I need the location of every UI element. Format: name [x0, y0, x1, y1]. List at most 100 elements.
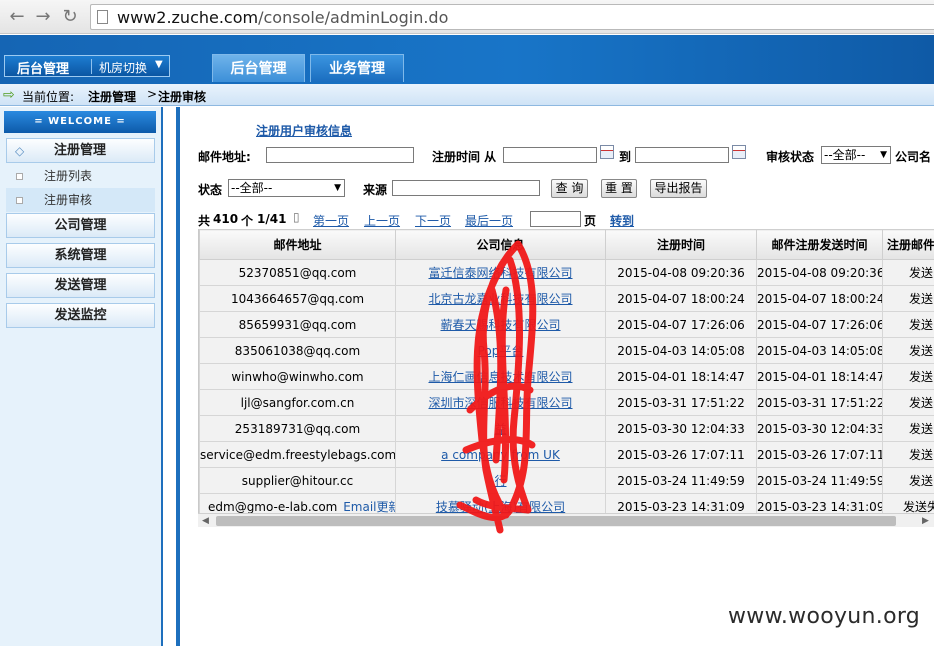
- admin-switch[interactable]: 后台管理 机房切换 ▼: [4, 55, 170, 77]
- table-row: 52370851@qq.com 富迁信泰网络科技有限公司 2015-04-08 09…: [199, 259, 934, 286]
- prev-page-link[interactable]: 上一页: [364, 212, 400, 229]
- cell-send-status: 发送: [882, 415, 934, 442]
- calendar-icon[interactable]: [600, 145, 614, 159]
- tab-backend[interactable]: 后台管理: [212, 54, 305, 82]
- company-link[interactable]: 技慕驿动(上海)有限公司: [436, 500, 565, 514]
- cell-reg-time: 2015-04-07 17:26:06: [605, 311, 757, 338]
- company-link[interactable]: a company from UK: [441, 448, 560, 462]
- cell-send-status: 发送: [882, 259, 934, 286]
- sidebar-item-label: 注册列表: [44, 169, 93, 183]
- first-page-link[interactable]: 第一页: [313, 212, 349, 229]
- audit-status-select[interactable]: --全部-- ▼: [821, 146, 891, 164]
- email-label: 邮件地址:: [198, 150, 251, 164]
- cell-send-time: 2015-03-31 17:51:22: [756, 389, 883, 416]
- table-row: 253189731@qq.com 益 2015-03-30 12:04:33 2015…: [199, 415, 934, 442]
- sidebar-section-system[interactable]: 系统管理: [6, 243, 155, 268]
- status-label: 状态: [198, 183, 223, 197]
- status-value: --全部--: [231, 181, 273, 195]
- company-link[interactable]: 深圳市深信服科技有限公司: [428, 396, 572, 410]
- cell-email: ljl@sangfor.com.cn: [199, 389, 396, 416]
- horizontal-scrollbar[interactable]: ◀ ▶: [198, 513, 934, 527]
- reset-button[interactable]: 重 置: [601, 179, 637, 198]
- table-body: 52370851@qq.com 富迁信泰网络科技有限公司 2015-04-08 09…: [199, 259, 934, 520]
- sidebar-item-register-audit[interactable]: 注册审核: [6, 188, 155, 212]
- sidebar-section-send[interactable]: 发送管理: [6, 273, 155, 298]
- back-icon[interactable]: ←: [6, 6, 28, 28]
- cell-send-time: 2015-04-07 18:00:24: [756, 285, 883, 312]
- cell-reg-time: 2015-04-03 14:05:08: [605, 337, 757, 364]
- page-number-input[interactable]: [530, 211, 581, 227]
- scroll-left-icon[interactable]: ◀: [202, 514, 209, 528]
- company-link[interactable]: 益: [494, 422, 506, 436]
- reg-time-label: 注册时间 从: [432, 150, 497, 164]
- reload-icon[interactable]: ↻: [59, 6, 81, 28]
- forward-icon[interactable]: →: [32, 6, 54, 28]
- source-input[interactable]: [392, 180, 540, 196]
- cell-send-status: 发送: [882, 311, 934, 338]
- welcome-banner: = WELCOME =: [4, 111, 156, 133]
- company-link[interactable]: 上海仁画信息技术有限公司: [428, 370, 572, 384]
- reg-time-from-input[interactable]: [503, 147, 597, 163]
- cell-send-time: 2015-04-03 14:05:08: [756, 337, 883, 364]
- email-update-link[interactable]: Email更新: [343, 500, 394, 514]
- table-row: 85659931@qq.com 蕲春天赐科技有限公司 2015-04-07 17:2…: [199, 311, 934, 338]
- cell-email: service@edm.freestylebags.com: [199, 441, 396, 468]
- breadcrumb-item-register[interactable]: 注册管理: [88, 88, 136, 105]
- registration-table: 邮件地址 公司信息 注册时间 邮件注册发送时间 注册邮件 52370851@qq…: [199, 229, 934, 520]
- company-link[interactable]: Pop平台: [478, 344, 524, 358]
- sidebar-section-label: 注册管理: [54, 143, 107, 158]
- goto-link[interactable]: 转到: [610, 212, 634, 229]
- calendar-icon[interactable]: [732, 145, 746, 159]
- column-header-email: 邮件地址: [199, 229, 396, 260]
- cell-send-status: 发送: [882, 337, 934, 364]
- cell-email: 52370851@qq.com: [199, 259, 396, 286]
- company-link[interactable]: 富迁信泰网络科技有限公司: [428, 266, 572, 280]
- cell-email: 835061038@qq.com: [199, 337, 396, 364]
- column-header-company: 公司信息: [395, 229, 606, 260]
- cell-send-status: 发送: [882, 467, 934, 494]
- query-button[interactable]: 查 询: [551, 179, 588, 198]
- cell-company: 行: [395, 467, 606, 494]
- scrollbar-thumb[interactable]: [216, 516, 896, 526]
- sidebar-item-register-list[interactable]: 注册列表: [6, 164, 155, 188]
- bullet-icon: [16, 173, 23, 180]
- address-bar[interactable]: www2.zuche.com/console/adminLogin.do: [90, 4, 934, 30]
- arrow-right-icon: ⇨: [3, 87, 15, 103]
- cell-company: 深圳市深信服科技有限公司: [395, 389, 606, 416]
- export-report-button[interactable]: 导出报告: [650, 179, 707, 198]
- company-link[interactable]: 北京古龙嘉业科技有限公司: [428, 292, 572, 306]
- status-select[interactable]: --全部-- ▼: [228, 179, 345, 197]
- table-row: supplier@hitour.cc 行 2015-03-24 11:49:59 20…: [199, 467, 934, 494]
- sidebar-section-company[interactable]: 公司管理: [6, 213, 155, 238]
- page-info: 1/41: [257, 212, 287, 226]
- total-count: 410: [213, 212, 239, 226]
- audit-status-label: 审核状态: [766, 150, 815, 164]
- sidebar-section-register[interactable]: ◇ 注册管理: [6, 138, 155, 163]
- tab-business[interactable]: 业务管理: [310, 54, 404, 82]
- scroll-right-icon[interactable]: ▶: [922, 514, 929, 528]
- cell-email: 1043664657@qq.com: [199, 285, 396, 312]
- table-row: ljl@sangfor.com.cn 深圳市深信服科技有限公司 2015-03-31…: [199, 389, 934, 416]
- page-title[interactable]: 注册用户审核信息: [256, 122, 352, 139]
- browser-toolbar: ← → ↻ www2.zuche.com/console/adminLogin.…: [0, 0, 934, 34]
- document-icon: ▯: [293, 210, 300, 224]
- next-page-link[interactable]: 下一页: [415, 212, 451, 229]
- email-input[interactable]: [266, 147, 414, 163]
- cell-company: a company from UK: [395, 441, 606, 468]
- last-page-link[interactable]: 最后一页: [465, 212, 513, 229]
- cell-send-time: 2015-03-24 11:49:59: [756, 467, 883, 494]
- screen: ← → ↻ www2.zuche.com/console/adminLogin.…: [0, 0, 934, 646]
- chevron-down-icon: ▼: [880, 150, 887, 160]
- registration-table-container: 邮件地址 公司信息 注册时间 邮件注册发送时间 注册邮件 52370851@qq…: [198, 229, 934, 525]
- reg-time-to-input[interactable]: [635, 147, 729, 163]
- chevron-down-icon: ▼: [155, 59, 163, 70]
- room-switch-label: 机房切换: [99, 61, 148, 75]
- breadcrumb-item-audit: 注册审核: [158, 90, 207, 104]
- to-label: 到: [619, 150, 632, 164]
- cell-email: 253189731@qq.com: [199, 415, 396, 442]
- company-link[interactable]: 行: [494, 474, 506, 488]
- cell-company: 富迁信泰网络科技有限公司: [395, 259, 606, 286]
- cell-email: 85659931@qq.com: [199, 311, 396, 338]
- sidebar-section-monitor[interactable]: 发送监控: [6, 303, 155, 328]
- company-link[interactable]: 蕲春天赐科技有限公司: [440, 318, 560, 332]
